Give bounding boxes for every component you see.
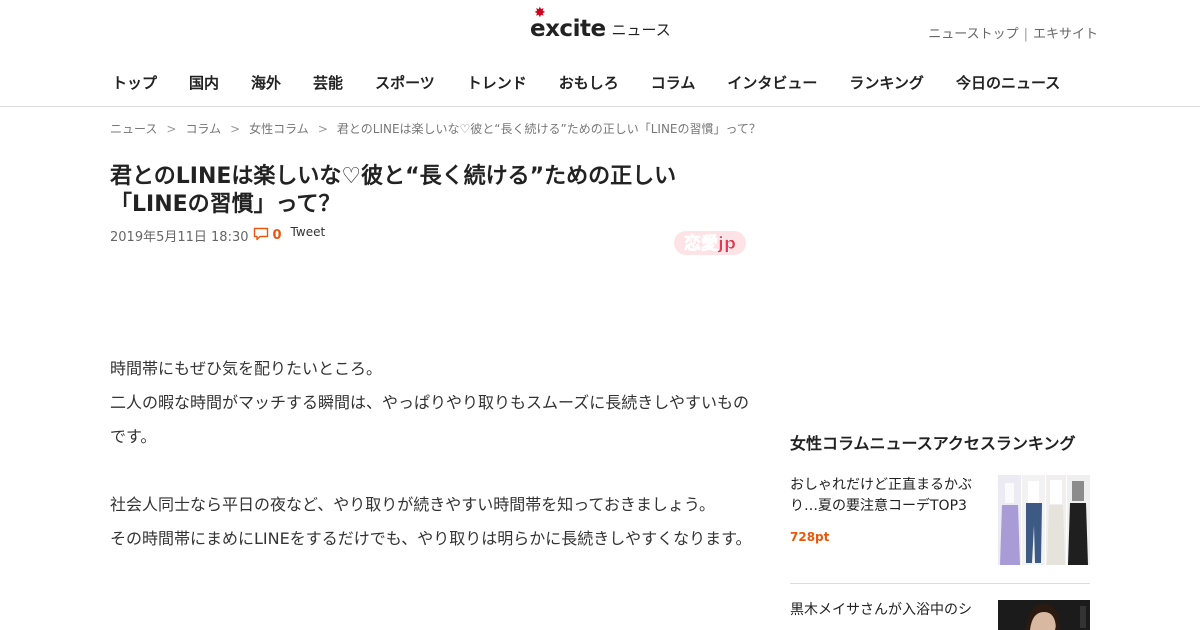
ranking-item[interactable]: 黒木メイサさんが入浴中のシ bbox=[790, 600, 1090, 630]
ranking-thumbnail[interactable] bbox=[998, 600, 1090, 630]
nav-entertainment[interactable]: 芸能 bbox=[313, 72, 343, 93]
link-separator: | bbox=[1023, 27, 1028, 42]
ranking-item-points: 728pt bbox=[790, 530, 830, 544]
tweet-button[interactable]: Tweet bbox=[291, 225, 326, 239]
logo-figure-icon: ✸ bbox=[534, 5, 546, 21]
nav-funny[interactable]: おもしろ bbox=[559, 72, 619, 93]
main-nav: トップ 国内 海外 芸能 スポーツ トレンド おもしろ コラム インタビュー ラ… bbox=[112, 72, 1092, 93]
breadcrumb-separator: > bbox=[166, 122, 177, 136]
nav-column[interactable]: コラム bbox=[651, 72, 696, 93]
article-date: 2019年5月11日 18:30 bbox=[110, 230, 249, 245]
article-title: 君とのLINEは楽しいな♡彼と“長く続ける”ための正しい「LINEの習慣」って？ bbox=[110, 164, 677, 217]
breadcrumb-separator: > bbox=[317, 122, 328, 136]
site-logo[interactable]: ✸ excite ニュース bbox=[530, 5, 671, 46]
breadcrumb-women-column[interactable]: 女性コラム bbox=[249, 122, 309, 136]
top-links: ニューストップ | エキサイト bbox=[928, 23, 1098, 42]
source-logo[interactable]: 恋愛jp bbox=[672, 226, 748, 258]
nav-trend[interactable]: トレンド bbox=[467, 72, 527, 93]
ranking-divider bbox=[790, 583, 1090, 584]
nav-interview[interactable]: インタビュー bbox=[727, 72, 817, 93]
comment-icon[interactable] bbox=[253, 227, 269, 245]
breadcrumb-separator: > bbox=[230, 122, 241, 136]
breadcrumb-column[interactable]: コラム bbox=[185, 122, 221, 136]
nav-top[interactable]: トップ bbox=[112, 72, 157, 93]
link-excite[interactable]: エキサイト bbox=[1033, 27, 1098, 42]
article-meta: 2019年5月11日 18:30 0 Tweet bbox=[110, 225, 326, 246]
nav-sports[interactable]: スポーツ bbox=[375, 72, 435, 93]
article-paragraph: 二人の暇な時間がマッチする瞬間は、やっぱりやり取りもスムーズに長続きしやすいもの… bbox=[110, 393, 750, 446]
article-paragraph: 社会人同士なら平日の夜など、やり取りが続きやすい時間帯を知っておきましょう。 bbox=[110, 495, 715, 514]
ranking-item-title[interactable]: おしゃれだけど正直まるかぶり…夏の要注意コーデTOP3 bbox=[790, 475, 982, 517]
breadcrumb-current: 君とのLINEは楽しいな♡彼と“長く続ける”ための正しい「LINEの習慣」って？ bbox=[336, 122, 761, 136]
logo-subtitle: ニュース bbox=[611, 20, 671, 39]
source-logo-text: 恋愛jp bbox=[684, 233, 736, 254]
article-paragraph: 時間帯にもぜひ気を配りたいところ。 bbox=[110, 359, 383, 378]
link-news-top[interactable]: ニューストップ bbox=[928, 27, 1018, 42]
ranking-item[interactable]: おしゃれだけど正直まるかぶり…夏の要注意コーデTOP3 728pt bbox=[790, 475, 1090, 567]
logo-wordmark: ✸ excite bbox=[530, 5, 606, 42]
breadcrumb: ニュース > コラム > 女性コラム > 君とのLINEは楽しいな♡彼と“長く続ける”ための… bbox=[110, 120, 761, 137]
ranking-item-title[interactable]: 黒木メイサさんが入浴中のシ bbox=[790, 600, 982, 621]
article-paragraph: その時間帯にまめにLINEをするだけでも、やり取りは明らかに長続きしやすくなりま… bbox=[110, 529, 752, 548]
ranking-thumbnail[interactable] bbox=[998, 475, 1090, 565]
site-header: ✸ excite ニュース ニューストップ | エキサイト トップ 国内 海外 芸能 … bbox=[0, 0, 1200, 107]
comment-count[interactable]: 0 bbox=[273, 228, 282, 243]
breadcrumb-news[interactable]: ニュース bbox=[110, 122, 157, 136]
nav-overseas[interactable]: 海外 bbox=[251, 72, 281, 93]
nav-domestic[interactable]: 国内 bbox=[189, 72, 219, 93]
article-body: 時間帯にもぜひ気を配りたいところ。 二人の暇な時間がマッチする瞬間は、やっぱりや… bbox=[110, 352, 755, 556]
ranking-heading: 女性コラムニュースアクセスランキング bbox=[790, 434, 1076, 453]
nav-today-news[interactable]: 今日のニュース bbox=[956, 72, 1060, 93]
nav-ranking[interactable]: ランキング bbox=[849, 72, 924, 93]
